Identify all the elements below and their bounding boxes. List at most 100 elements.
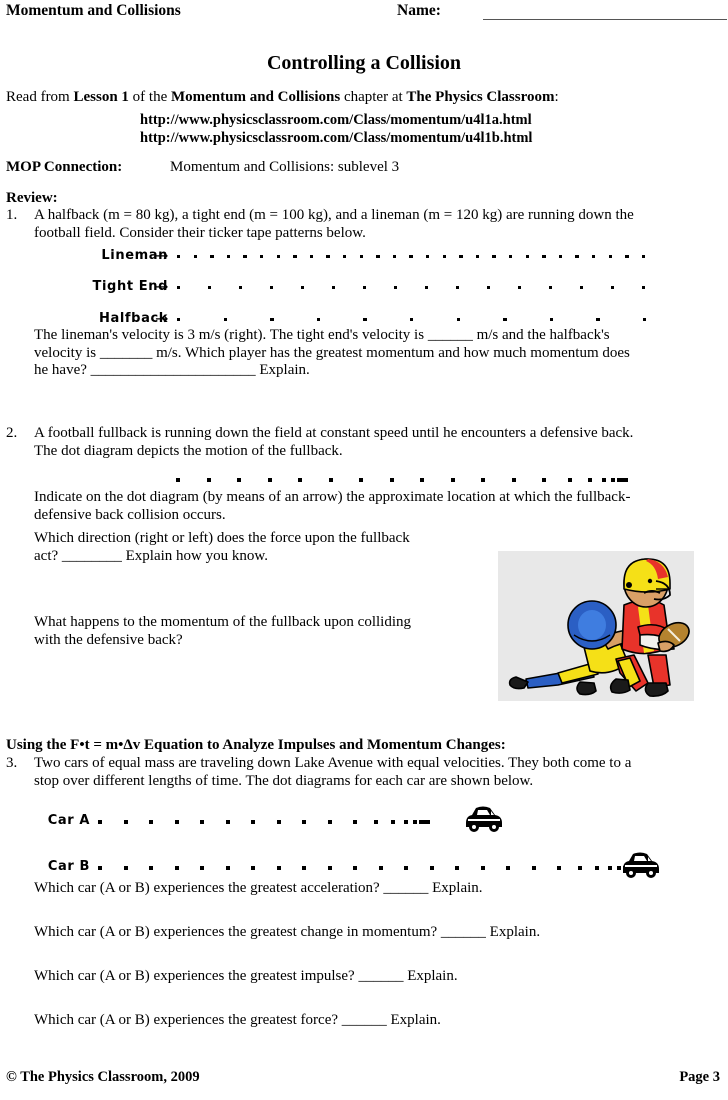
question-2-momentum-line-2: with the defensive back? xyxy=(34,631,183,648)
tape-dot xyxy=(98,866,102,870)
tape-dot xyxy=(410,318,414,322)
question-1-followup-line-3: he have? ______________________ Explain. xyxy=(34,362,310,378)
tape-dot xyxy=(455,866,459,870)
tape-dot xyxy=(429,866,434,870)
read-from-mid: of the xyxy=(128,89,171,105)
tape-dot xyxy=(225,820,230,824)
car-icon xyxy=(460,803,506,833)
tape-dot xyxy=(123,866,128,870)
tape-dot xyxy=(643,318,647,322)
tape-dot xyxy=(363,286,367,290)
tape-dot xyxy=(298,478,302,482)
tape-dot xyxy=(363,318,367,322)
tape-dot xyxy=(123,820,128,824)
tape-dot xyxy=(391,820,395,824)
tape-dot xyxy=(149,866,153,870)
tape-dot xyxy=(480,866,485,870)
question-2-indicate-line-2: defensive back collision occurs. xyxy=(34,506,226,523)
tape-dot xyxy=(409,255,413,259)
read-from-post: : xyxy=(554,89,559,105)
read-from-lesson: Lesson 1 xyxy=(73,89,129,105)
question-1-followup: The lineman's velocity is 3 m/s (right).… xyxy=(34,327,728,380)
tape-dot xyxy=(359,478,363,482)
question-1-text: A halfback (m = 80 kg), a tight end (m =… xyxy=(34,207,724,242)
tape-dot xyxy=(302,820,306,824)
football-tackle-image xyxy=(498,551,694,701)
question-1-number: 1. xyxy=(6,207,18,223)
tape-dot xyxy=(568,478,572,482)
question-2-momentum: What happens to the momentum of the full… xyxy=(34,614,484,649)
tape-dot xyxy=(223,318,227,322)
tape-dot xyxy=(176,478,180,482)
tape-dot xyxy=(511,478,516,482)
tape-dot xyxy=(210,255,214,259)
question-3-text: Two cars of equal mass are traveling dow… xyxy=(34,755,728,790)
page-title: Controlling a Collision xyxy=(266,52,462,74)
tape-dot xyxy=(174,866,179,870)
resource-url-2[interactable]: http://www.physicsclassroom.com/Class/mo… xyxy=(140,130,532,147)
tape-dot xyxy=(378,866,383,870)
question-2-number: 2. xyxy=(6,425,18,441)
question-1-followup-line-1: The lineman's velocity is 3 m/s (right).… xyxy=(34,327,610,343)
resource-url-1[interactable]: http://www.physicsclassroom.com/Class/mo… xyxy=(140,112,532,129)
tape-dot xyxy=(353,820,357,824)
mop-connection-value: Momentum and Collisions: sublevel 3 xyxy=(170,159,400,175)
tape-dot xyxy=(225,866,230,870)
read-from-mid2: chapter at xyxy=(340,89,407,105)
tape-dot xyxy=(525,255,529,259)
tape-dot xyxy=(177,286,181,290)
tape-dot xyxy=(518,286,522,290)
tape-dot xyxy=(608,866,612,870)
question-1-line-1: A halfback (m = 80 kg), a tight end (m =… xyxy=(34,207,634,223)
question-3-line-1: Two cars of equal mass are traveling dow… xyxy=(34,755,632,771)
tape-dot xyxy=(243,255,247,259)
tape-dot xyxy=(549,318,554,322)
tape-dot xyxy=(456,318,460,322)
header-name-input-line[interactable] xyxy=(483,19,727,20)
question-3c: Which car (A or B) experiences the great… xyxy=(34,968,458,984)
tape-dot xyxy=(492,255,496,259)
tape-dot xyxy=(625,255,629,259)
tape-dot xyxy=(442,255,446,259)
tape-dot xyxy=(426,255,430,259)
tape-dot xyxy=(588,478,592,482)
tape-dot xyxy=(260,255,264,259)
question-2-direction: Which direction (right or left) does the… xyxy=(34,530,484,565)
tape-dot xyxy=(239,286,243,290)
tape-dot xyxy=(332,286,336,290)
tape-dot xyxy=(149,820,153,824)
tape-dot xyxy=(487,286,491,290)
question-2-momentum-line-1: What happens to the momentum of the full… xyxy=(34,614,411,630)
section-3-heading: Using the F•t = m•Δv Equation to Analyze… xyxy=(6,737,506,753)
tape-dot xyxy=(98,820,102,824)
tape-dot xyxy=(301,286,305,290)
tape-dot xyxy=(327,866,332,870)
tape-dot xyxy=(413,820,417,824)
read-from-chapter: Momentum and Collisions xyxy=(171,89,341,105)
right-arrow-icon: → xyxy=(155,246,169,265)
tape-dot xyxy=(302,866,306,870)
tape-dot xyxy=(177,255,181,259)
tape-dot xyxy=(595,866,599,870)
tape-dot xyxy=(309,255,314,259)
tape-dot xyxy=(426,820,430,824)
tape-dot xyxy=(425,286,429,290)
tape-dot xyxy=(174,820,179,824)
tape-dot xyxy=(359,255,363,259)
worksheet-page: Momentum and Collisions Name: Controllin… xyxy=(0,0,728,1100)
tape-dot xyxy=(450,478,455,482)
tape-dot xyxy=(542,478,546,482)
question-2-direction-line-2: act? ________ Explain how you know. xyxy=(34,547,268,564)
tape-dot xyxy=(353,866,357,870)
tape-dot xyxy=(611,478,615,482)
tape-dot xyxy=(376,255,380,259)
tape-dot xyxy=(237,478,241,482)
football-tackle-illustration xyxy=(498,551,694,701)
tape-dot xyxy=(276,255,280,259)
tape-dot xyxy=(327,820,332,824)
tape-dot xyxy=(276,866,281,870)
tape-dot xyxy=(611,286,615,290)
page-header: Momentum and Collisions Name: xyxy=(6,2,727,24)
tape-dot xyxy=(267,478,272,482)
tape-dot xyxy=(251,866,255,870)
